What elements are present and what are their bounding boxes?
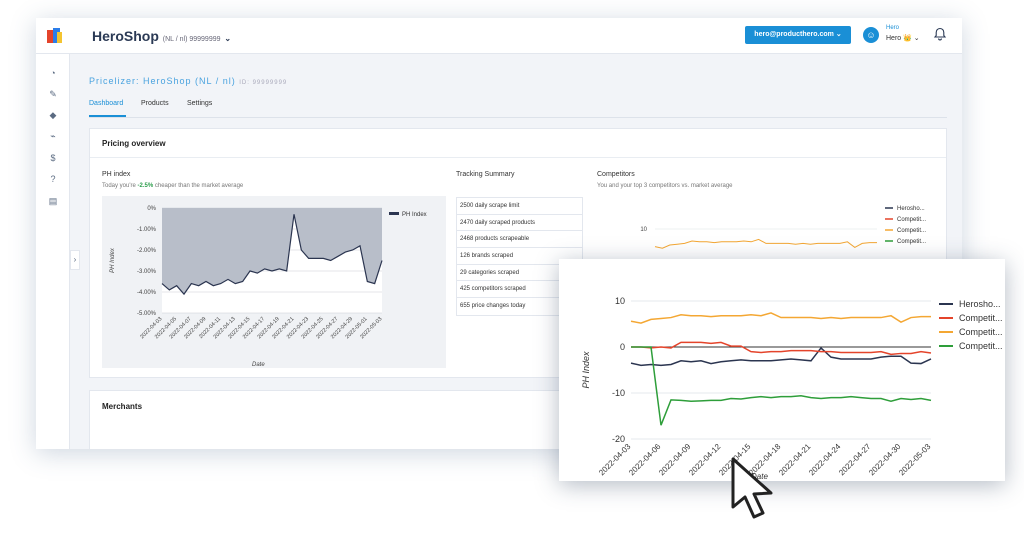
- y-tick-label: -10: [612, 388, 625, 398]
- y-tick-label: 10: [640, 227, 647, 233]
- y-tick-label: -3.00%: [137, 269, 157, 275]
- producthero-logo-icon[interactable]: [46, 27, 64, 45]
- page-title-text: Pricelizer: HeroShop (NL / nl): [89, 76, 236, 86]
- x-axis-label: Date: [252, 362, 265, 368]
- legend-label: Competit...: [959, 341, 1003, 351]
- account-email-label: hero@producthero.com: [754, 31, 834, 38]
- shop-selector[interactable]: HeroShop (NL / nl) 99999999 ⌄: [92, 28, 231, 44]
- tracking-summary-row: 2500 daily scrape limit: [457, 198, 582, 215]
- ph-index-subtitle: Today you're -2.5% cheaper than the mark…: [102, 183, 243, 189]
- series-line: [630, 346, 932, 367]
- competitors-chart-zoom: 10 0 -10 -20 2022-04-03 2022-04-06 2022-04-09 2…: [559, 259, 1005, 481]
- chevron-down-icon: ⌄: [835, 31, 842, 38]
- competitors-subtitle: You and your top 3 competitors vs. marke…: [597, 183, 733, 189]
- y-tick-label: -4.00%: [137, 290, 157, 296]
- legend-label: Herosho...: [959, 299, 1001, 309]
- user-avatar-icon[interactable]: ☺: [863, 27, 879, 43]
- y-tick-label: 0%: [147, 206, 156, 212]
- user-name: Hero: [886, 25, 900, 31]
- account-email-button[interactable]: hero@producthero.com ⌄: [745, 26, 851, 44]
- legend-label: PH Index: [402, 212, 427, 218]
- tracking-summary-row: 2468 products scrapeable: [457, 231, 582, 249]
- legend-label: Competit...: [897, 239, 926, 245]
- y-tick-label: -1.00%: [137, 227, 157, 233]
- legend-label: Herosho...: [897, 206, 925, 212]
- ph-index-title: PH index: [102, 171, 131, 178]
- user-role-label: Hero 👑: [886, 35, 912, 42]
- x-tick-label: 2022-05-03: [897, 442, 933, 478]
- tag-icon[interactable]: ◆: [47, 109, 59, 121]
- shop-id: (NL / nl) 99999999: [162, 36, 221, 43]
- chart-icon[interactable]: ⌁: [47, 130, 59, 142]
- y-tick-label: -2.00%: [137, 248, 157, 254]
- clipboard-icon[interactable]: ▤: [47, 195, 59, 207]
- user-menu[interactable]: Hero 👑 ⌄: [886, 34, 920, 42]
- tab-dashboard[interactable]: Dashboard: [89, 100, 123, 107]
- series-line: [630, 312, 931, 324]
- y-tick-label: 10: [615, 296, 625, 306]
- merchants-title: Merchants: [102, 402, 143, 411]
- ph-sub-suffix: cheaper than the market average: [153, 183, 244, 189]
- competitors-chart: 100-10-202022-04-032022-04-062022-04-092…: [581, 296, 1003, 481]
- y-axis-label: PH Index: [581, 351, 591, 389]
- shop-name: HeroShop: [92, 28, 159, 44]
- ph-sub-prefix: Today you're: [102, 183, 138, 189]
- bell-icon[interactable]: [933, 27, 947, 41]
- legend-label: Competit...: [897, 217, 926, 223]
- page-title-id: ID: 99999999: [239, 80, 288, 86]
- tracking-summary-row: 2470 daily scraped products: [457, 215, 582, 232]
- competitors-title: Competitors: [597, 171, 635, 178]
- ph-sub-value: -2.5%: [137, 183, 154, 189]
- y-tick-label: -20: [612, 434, 625, 444]
- tab-products[interactable]: Products: [141, 100, 169, 107]
- dashboard-icon[interactable]: ◔: [47, 67, 59, 79]
- page-title: Pricelizer: HeroShop (NL / nl) ID: 99999…: [89, 76, 287, 86]
- legend-label: Competit...: [959, 327, 1003, 337]
- sidebar: ◔ ✎ ◆ ⌁ $? ▤: [36, 54, 70, 449]
- legend-label: Competit...: [897, 228, 926, 234]
- series-line: [631, 341, 932, 356]
- active-tab-indicator: [89, 115, 126, 117]
- top-bar: HeroShop (NL / nl) 99999999 ⌄ hero@produ…: [36, 18, 962, 54]
- series-line: [631, 346, 932, 426]
- pricing-overview-title: Pricing overview: [102, 139, 166, 148]
- legend-label: Competit...: [959, 313, 1003, 323]
- legend-swatch: [389, 212, 399, 215]
- card-divider: [90, 157, 946, 158]
- help-icon[interactable]: ?: [47, 173, 59, 185]
- y-tick-label: -5.00%: [137, 311, 157, 317]
- chevron-down-icon: ⌄: [913, 35, 920, 42]
- tab-settings[interactable]: Settings: [187, 100, 212, 107]
- dollar-icon[interactable]: $: [47, 152, 59, 164]
- tracking-summary-title: Tracking Summary: [456, 171, 515, 178]
- ph-index-chart: 0%-1.00%-2.00%-3.00%-4.00%-5.00%2022-04-…: [102, 196, 446, 368]
- y-tick-label: 0: [620, 342, 625, 352]
- mouse-pointer-icon: [731, 457, 773, 519]
- y-axis-label: PH Index: [110, 247, 116, 273]
- tabs-divider: [89, 117, 947, 118]
- pencil-icon[interactable]: ✎: [47, 88, 59, 100]
- sidebar-collapse-button[interactable]: ›: [70, 250, 80, 270]
- chevron-down-icon: ⌄: [224, 34, 232, 43]
